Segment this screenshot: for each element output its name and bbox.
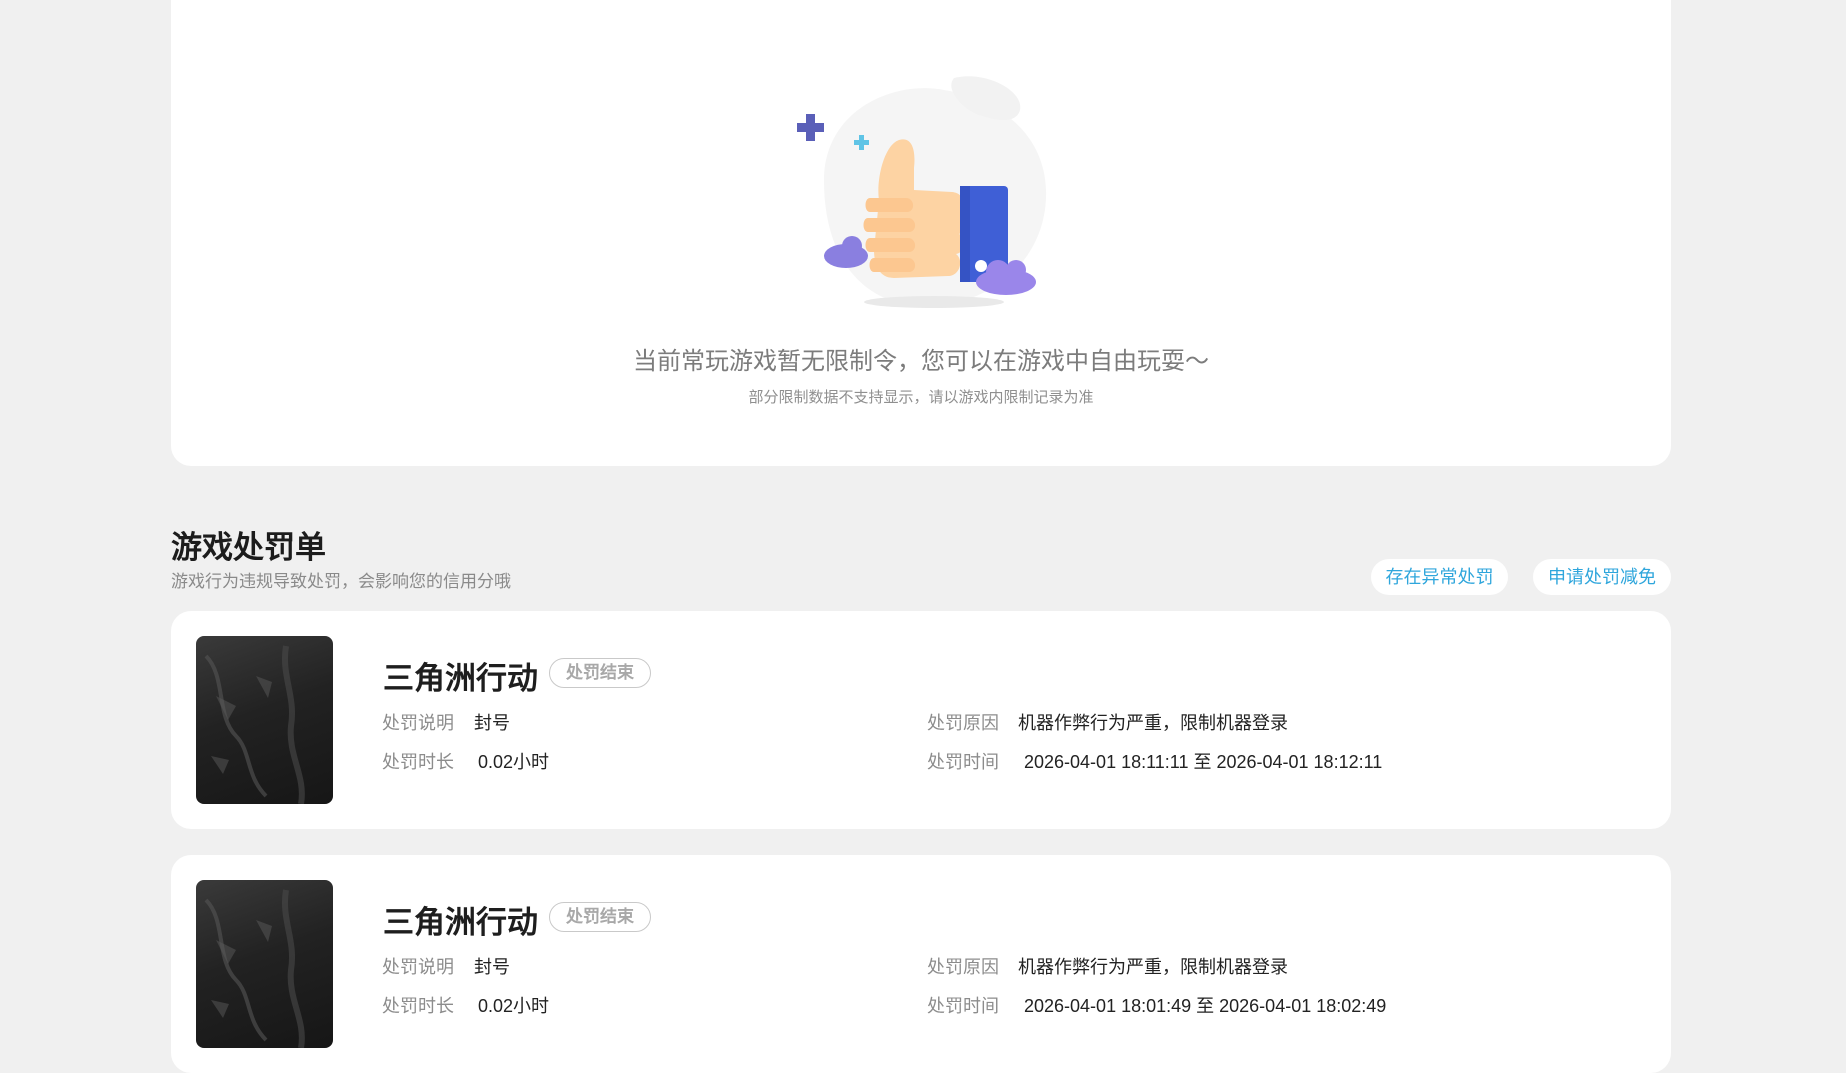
penalty-time-value: 2026-04-01 18:11:11 至 2026-04-01 18:12:1… [1024,752,1383,772]
penalty-desc-value: 封号 [474,713,510,733]
penalty-desc-label: 处罚说明 [382,713,454,733]
game-cover-image [196,880,333,1048]
section-title: 游戏处罚单 [171,530,326,565]
penalty-desc-label: 处罚说明 [382,957,454,977]
penalty-reason-value: 机器作弊行为严重，限制机器登录 [1018,957,1288,977]
penalty-time-label: 处罚时间 [927,752,999,772]
penalty-duration-value: 0.02小时 [478,996,550,1016]
penalty-reason-value: 机器作弊行为严重，限制机器登录 [1018,713,1288,733]
penalty-reason-label: 处罚原因 [927,957,999,977]
penalty-duration-label: 处罚时长 [382,996,454,1016]
penalty-time-label: 处罚时间 [927,996,999,1016]
game-name: 三角洲行动 [383,661,538,696]
penalty-duration-value: 0.02小时 [478,752,550,772]
status-badge: 处罚结束 [549,902,651,932]
status-badge: 处罚结束 [549,658,651,688]
apply-reduction-button[interactable]: 申请处罚减免 [1533,559,1671,595]
penalty-record-card: 三角洲行动 处罚结束 处罚说明 封号 处罚时长 0.02小时 处罚原因 机器作弊… [171,855,1671,1073]
empty-state-subtitle: 部分限制数据不支持显示，请以游戏内限制记录为准 [748,389,1094,406]
section-subtitle: 游戏行为违规导致处罚，会影响您的信用分哦 [171,572,511,591]
penalty-duration-label: 处罚时长 [382,752,454,772]
penalty-time-value: 2026-04-01 18:01:49 至 2026-04-01 18:02:4… [1024,996,1387,1016]
game-cover-image [196,636,333,804]
empty-state-title: 当前常玩游戏暂无限制令，您可以在游戏中自由玩耍～ [633,348,1209,375]
abnormal-penalty-button[interactable]: 存在异常处罚 [1371,559,1508,595]
thumbs-up-icon [797,76,1047,308]
penalty-reason-label: 处罚原因 [927,713,999,733]
game-name: 三角洲行动 [383,905,538,940]
penalty-desc-value: 封号 [474,957,510,977]
penalty-record-card: 三角洲行动 处罚结束 处罚说明 封号 处罚时长 0.02小时 处罚原因 机器作弊… [171,611,1671,829]
